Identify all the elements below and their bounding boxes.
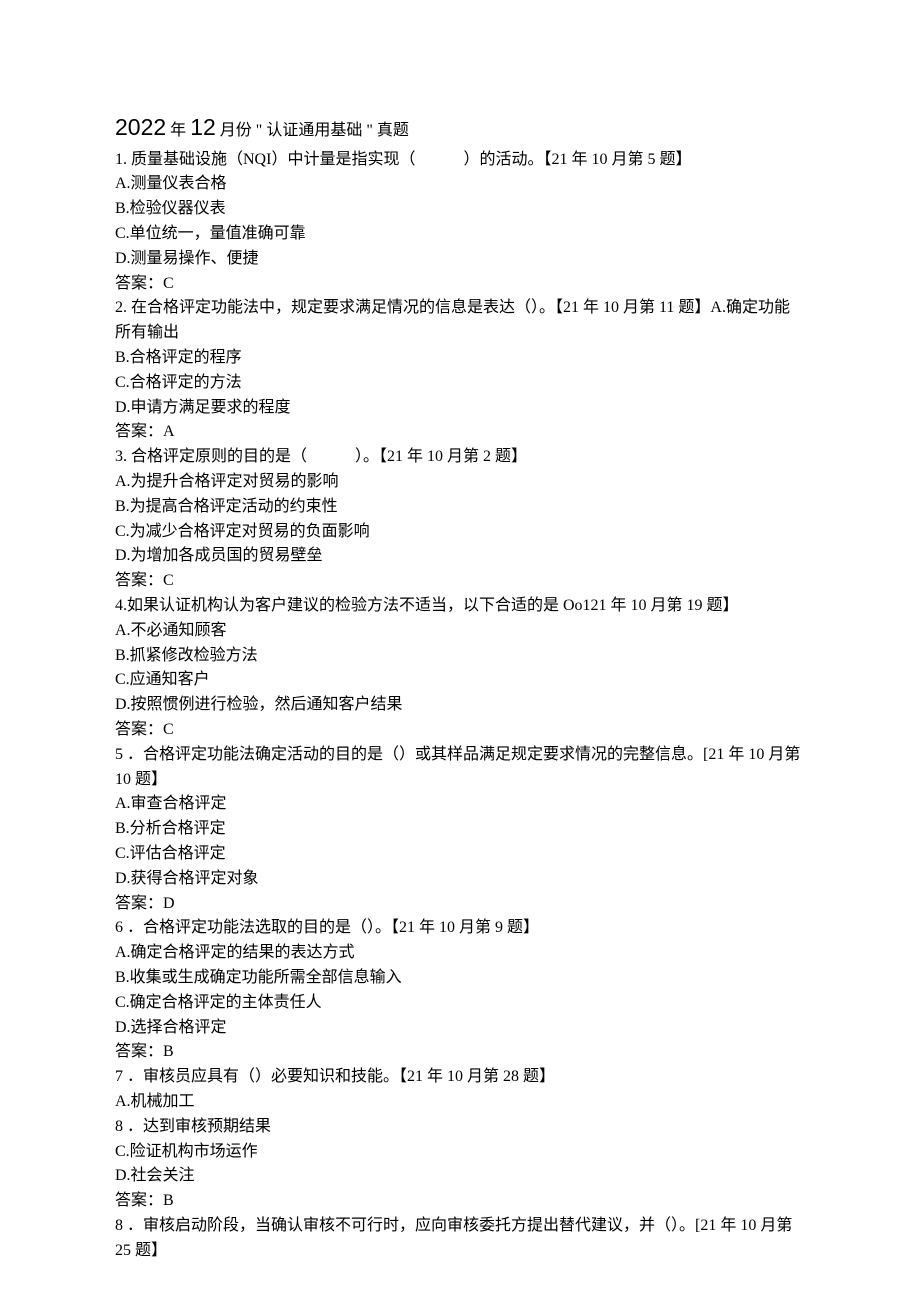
option-d: D.获得合格评定对象 xyxy=(115,867,805,892)
option-a: A.为提升合格评定对贸易的影响 xyxy=(115,470,805,495)
option-c: C.为减少合格评定对贸易的负面影响 xyxy=(115,520,805,545)
question-stem: 7 ．审核员应具有（）必要知识和技能。【21 年 10 月第 28 题】 xyxy=(115,1065,805,1090)
question-stem: 8 ．审核启动阶段，当确认审核不可行时，应向审核委托方提出替代建议，并（）。[2… xyxy=(115,1214,805,1264)
option-b: B.分析合格评定 xyxy=(115,817,805,842)
question-stem: 6 ．合格评定功能法选取的目的是（）。【21 年 10 月第 9 题】 xyxy=(115,916,805,941)
question-8: 8 ．审核启动阶段，当确认审核不可行时，应向审核委托方提出替代建议，并（）。[2… xyxy=(115,1214,805,1264)
option-d: D.申请方满足要求的程度 xyxy=(115,396,805,421)
option-b: B.抓紧修改检验方法 xyxy=(115,644,805,669)
option-c: C.确定合格评定的主体责任人 xyxy=(115,991,805,1016)
option-b: 8 ．达到审核预期结果 xyxy=(115,1115,805,1140)
option-d: D.测量易操作、便捷 xyxy=(115,247,805,272)
title-month-suffix: 月份 " 认证通用基础 " 真题 xyxy=(216,122,409,139)
question-1: 1. 质量基础设施（NQI）中计量是指实现（ ）的活动。【21 年 10 月第 … xyxy=(115,148,805,297)
question-stem: 2. 在合格评定功能法中，规定要求满足情况的信息是表达（）。【21 年 10 月… xyxy=(115,296,805,346)
answer: 答案：C xyxy=(115,272,805,297)
answer: 答案：B xyxy=(115,1040,805,1065)
option-a: A.确定合格评定的结果的表达方式 xyxy=(115,941,805,966)
option-c: C.合格评定的方法 xyxy=(115,371,805,396)
question-6: 6 ．合格评定功能法选取的目的是（）。【21 年 10 月第 9 题】 A.确定… xyxy=(115,916,805,1065)
option-c: C.评估合格评定 xyxy=(115,842,805,867)
option-a: A.机械加工 xyxy=(115,1090,805,1115)
option-b: B.合格评定的程序 xyxy=(115,346,805,371)
answer: 答案：A xyxy=(115,420,805,445)
option-b: B.收集或生成确定功能所需全部信息输入 xyxy=(115,966,805,991)
question-stem: 3. 合格评定原则的目的是（ ）。【21 年 10 月第 2 题】 xyxy=(115,445,805,470)
option-a: A.审查合格评定 xyxy=(115,792,805,817)
answer: 答案：B xyxy=(115,1189,805,1214)
question-stem: 1. 质量基础设施（NQI）中计量是指实现（ ）的活动。【21 年 10 月第 … xyxy=(115,148,805,173)
option-c: C.单位统一，量值准确可靠 xyxy=(115,222,805,247)
option-d: D.按照惯例进行检验，然后通知客户结果 xyxy=(115,693,805,718)
question-2: 2. 在合格评定功能法中，规定要求满足情况的信息是表达（）。【21 年 10 月… xyxy=(115,296,805,445)
question-3: 3. 合格评定原则的目的是（ ）。【21 年 10 月第 2 题】 A.为提升合… xyxy=(115,445,805,594)
question-5: 5 ．合格评定功能法确定活动的目的是（）或其样品满足规定要求情况的完整信息。[2… xyxy=(115,743,805,917)
question-stem: 4.如果认证机构认为客户建议的检验方法不适当，以下合适的是 Oo121 年 10… xyxy=(115,594,805,619)
option-a: A.不必通知顾客 xyxy=(115,619,805,644)
option-d: D.选择合格评定 xyxy=(115,1016,805,1041)
option-d: D.为增加各成员国的贸易壁垒 xyxy=(115,544,805,569)
option-c: C.险证机构市场运作 xyxy=(115,1140,805,1165)
option-c: C.应通知客户 xyxy=(115,668,805,693)
option-d: D.社会关注 xyxy=(115,1164,805,1189)
option-b: B.为提高合格评定活动的约束性 xyxy=(115,495,805,520)
document-title: 2022 年 12 月份 " 认证通用基础 " 真题 xyxy=(115,110,805,146)
option-b: B.检验仪器仪表 xyxy=(115,197,805,222)
question-stem: 5 ．合格评定功能法确定活动的目的是（）或其样品满足规定要求情况的完整信息。[2… xyxy=(115,743,805,793)
answer: 答案：C xyxy=(115,569,805,594)
question-7: 7 ．审核员应具有（）必要知识和技能。【21 年 10 月第 28 题】 A.机… xyxy=(115,1065,805,1214)
option-a: A.测量仪表合格 xyxy=(115,172,805,197)
title-month: 12 xyxy=(190,114,216,140)
answer: 答案：C xyxy=(115,718,805,743)
question-4: 4.如果认证机构认为客户建议的检验方法不适当，以下合适的是 Oo121 年 10… xyxy=(115,594,805,743)
title-year-suffix: 年 xyxy=(166,122,190,139)
answer: 答案：D xyxy=(115,892,805,917)
title-year: 2022 xyxy=(115,114,166,140)
